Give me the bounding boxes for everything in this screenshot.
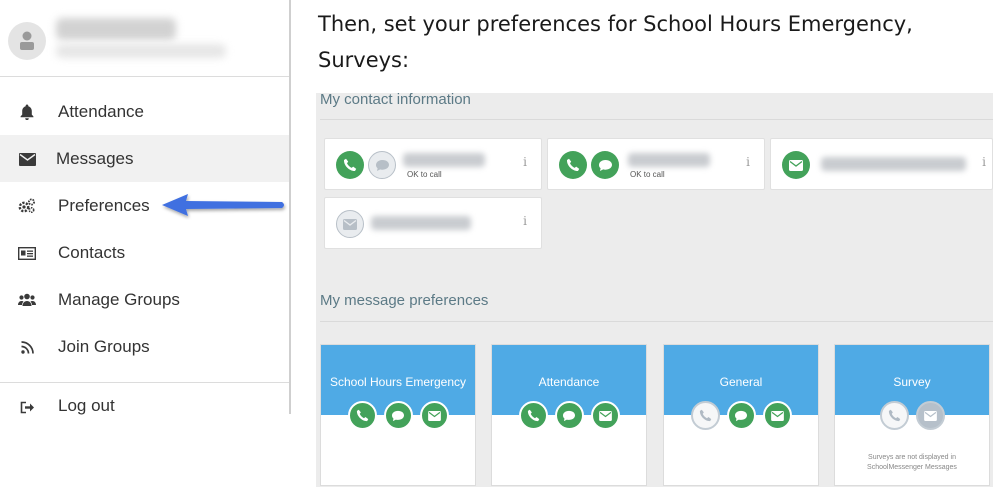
contact-card-phone-2[interactable]: OK to call i bbox=[547, 138, 765, 190]
section-divider bbox=[320, 119, 993, 120]
redacted-user-detail bbox=[56, 44, 226, 58]
pref-card-general[interactable]: General bbox=[663, 344, 819, 486]
preferences-section-title: My message preferences bbox=[320, 292, 489, 309]
sidebar-item-contacts[interactable]: Contacts bbox=[0, 229, 289, 276]
contact-card-email-1[interactable]: i bbox=[770, 138, 993, 190]
annotation-arrow-icon bbox=[162, 194, 284, 216]
info-icon[interactable]: i bbox=[982, 155, 986, 169]
logout-button[interactable]: Log out bbox=[0, 385, 289, 427]
pref-card-channels bbox=[835, 401, 989, 430]
logout-label: Log out bbox=[58, 396, 115, 415]
instruction-line-1: Then, set your preferences for School Ho… bbox=[318, 12, 913, 36]
phone-icon[interactable] bbox=[518, 401, 548, 430]
contact-section-title: My contact information bbox=[320, 91, 471, 108]
pref-card-channels bbox=[492, 401, 646, 430]
call-status: OK to call bbox=[630, 170, 665, 179]
instruction-text: Then, set your preferences for School Ho… bbox=[318, 6, 993, 78]
sidebar-item-label: Join Groups bbox=[58, 336, 150, 356]
phone-icon[interactable] bbox=[336, 151, 364, 179]
phone-icon[interactable] bbox=[879, 401, 909, 430]
sidebar-item-attendance[interactable]: Attendance bbox=[0, 88, 289, 135]
email-icon[interactable] bbox=[762, 401, 792, 430]
gears-icon bbox=[18, 197, 36, 215]
sidebar-item-messages[interactable]: Messages bbox=[0, 135, 289, 182]
pref-card-title: School Hours Emergency bbox=[329, 375, 467, 389]
phone-icon[interactable] bbox=[559, 151, 587, 179]
sidebar-item-label: Manage Groups bbox=[58, 289, 180, 309]
pref-card-attendance[interactable]: Attendance bbox=[491, 344, 647, 486]
pref-card-title: Attendance bbox=[538, 375, 600, 389]
redacted-email-address bbox=[371, 216, 471, 230]
survey-note-line-2: SchoolMessenger Messages bbox=[867, 464, 957, 471]
pref-card-survey[interactable]: Survey Surveys are not displayed in Scho… bbox=[834, 344, 990, 486]
sms-icon[interactable] bbox=[726, 401, 756, 430]
redacted-phone-number bbox=[628, 153, 710, 167]
rss-icon bbox=[18, 338, 36, 356]
sidebar-item-label: Messages bbox=[56, 148, 134, 168]
pref-card-school-hours-emergency[interactable]: School Hours Emergency bbox=[320, 344, 476, 486]
sms-icon[interactable] bbox=[383, 401, 413, 430]
sidebar-item-join-groups[interactable]: Join Groups bbox=[0, 323, 289, 370]
pref-card-channels bbox=[321, 401, 475, 430]
sidebar-item-label: Preferences bbox=[58, 195, 150, 215]
pref-card-title: Survey bbox=[893, 375, 931, 389]
preferences-panel: My contact information OK to call i OK t… bbox=[316, 91, 993, 487]
users-icon bbox=[18, 291, 36, 309]
redacted-phone-number bbox=[403, 153, 485, 167]
info-icon[interactable]: i bbox=[746, 155, 750, 169]
redacted-user-name bbox=[56, 18, 176, 40]
envelope-icon bbox=[18, 150, 36, 168]
redacted-email-address bbox=[821, 157, 966, 171]
sidebar-menu: Attendance Messages Preferences Contacts… bbox=[0, 88, 289, 370]
sidebar-item-label: Attendance bbox=[58, 101, 145, 121]
user-profile[interactable] bbox=[0, 0, 289, 77]
pref-card-title: General bbox=[719, 375, 763, 389]
email-icon[interactable] bbox=[590, 401, 620, 430]
avatar[interactable] bbox=[8, 22, 46, 60]
section-divider bbox=[320, 321, 993, 322]
info-icon[interactable]: i bbox=[523, 155, 527, 169]
sms-icon[interactable] bbox=[554, 401, 584, 430]
sign-out-icon bbox=[18, 398, 36, 416]
sidebar-item-manage-groups[interactable]: Manage Groups bbox=[0, 276, 289, 323]
sidebar-separator bbox=[0, 382, 289, 383]
user-icon bbox=[20, 31, 34, 50]
info-icon[interactable]: i bbox=[523, 214, 527, 228]
email-icon[interactable] bbox=[782, 151, 810, 179]
email-icon[interactable] bbox=[915, 401, 945, 430]
contact-card-phone-1[interactable]: OK to call i bbox=[324, 138, 542, 190]
survey-note-line-1: Surveys are not displayed in bbox=[868, 454, 956, 461]
sms-icon[interactable] bbox=[368, 151, 396, 179]
phone-icon[interactable] bbox=[347, 401, 377, 430]
sidebar-border bbox=[289, 0, 291, 414]
bell-icon bbox=[18, 103, 36, 121]
survey-note: Surveys are not displayed in SchoolMesse… bbox=[835, 453, 989, 473]
call-status: OK to call bbox=[407, 170, 442, 179]
pref-card-channels bbox=[664, 401, 818, 430]
sidebar-item-label: Contacts bbox=[58, 242, 126, 262]
phone-icon[interactable] bbox=[690, 401, 720, 430]
email-icon[interactable] bbox=[336, 210, 364, 238]
email-icon[interactable] bbox=[419, 401, 449, 430]
sms-icon[interactable] bbox=[591, 151, 619, 179]
address-card-icon bbox=[18, 244, 36, 262]
instruction-line-2: Surveys: bbox=[318, 48, 410, 72]
contact-card-email-2[interactable]: i bbox=[324, 197, 542, 249]
